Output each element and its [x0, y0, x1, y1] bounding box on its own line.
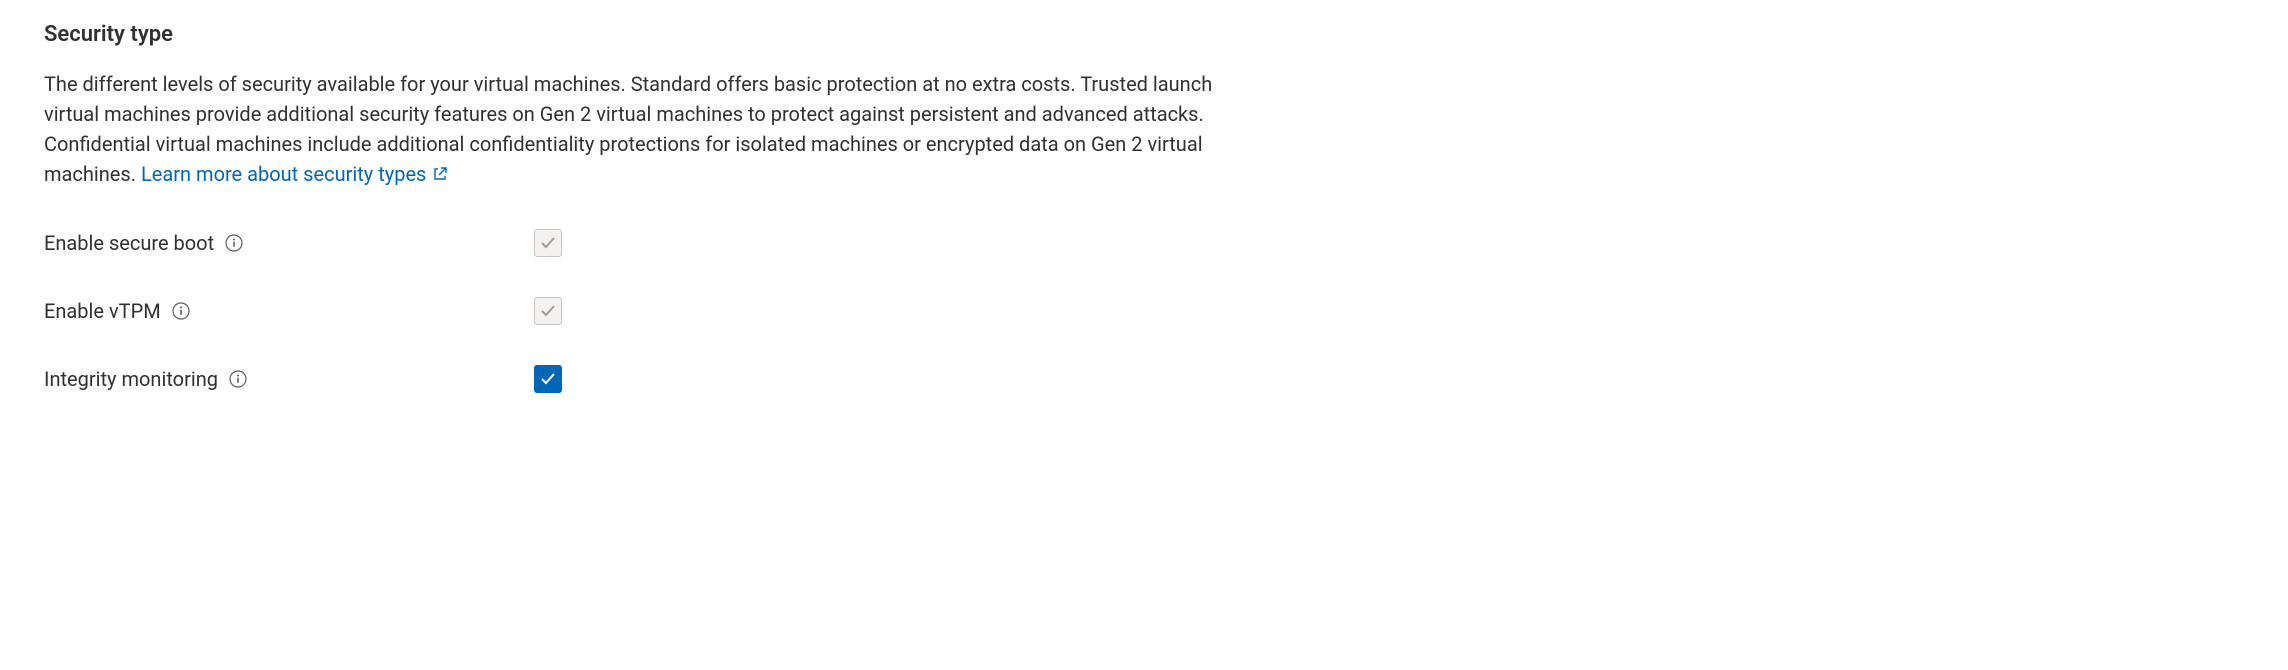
info-icon[interactable] [171, 301, 191, 321]
integrity-label: Integrity monitoring [44, 365, 218, 393]
secure-boot-label-wrap: Enable secure boot [44, 229, 534, 257]
info-icon[interactable] [224, 233, 244, 253]
external-link-icon [432, 166, 448, 182]
secure-boot-row: Enable secure boot [44, 229, 2244, 257]
secure-boot-label: Enable secure boot [44, 229, 214, 257]
learn-more-text: Learn more about security types [141, 159, 426, 189]
integrity-checkbox[interactable] [534, 365, 562, 393]
vtpm-row: Enable vTPM [44, 297, 2244, 325]
section-description: The different levels of security availab… [44, 69, 1224, 189]
info-icon[interactable] [228, 369, 248, 389]
secure-boot-checkbox [534, 229, 562, 257]
learn-more-link[interactable]: Learn more about security types [141, 159, 448, 189]
integrity-row: Integrity monitoring [44, 365, 2244, 393]
vtpm-label-wrap: Enable vTPM [44, 297, 534, 325]
vtpm-checkbox [534, 297, 562, 325]
integrity-label-wrap: Integrity monitoring [44, 365, 534, 393]
vtpm-label: Enable vTPM [44, 297, 161, 325]
section-title: Security type [44, 20, 2244, 51]
